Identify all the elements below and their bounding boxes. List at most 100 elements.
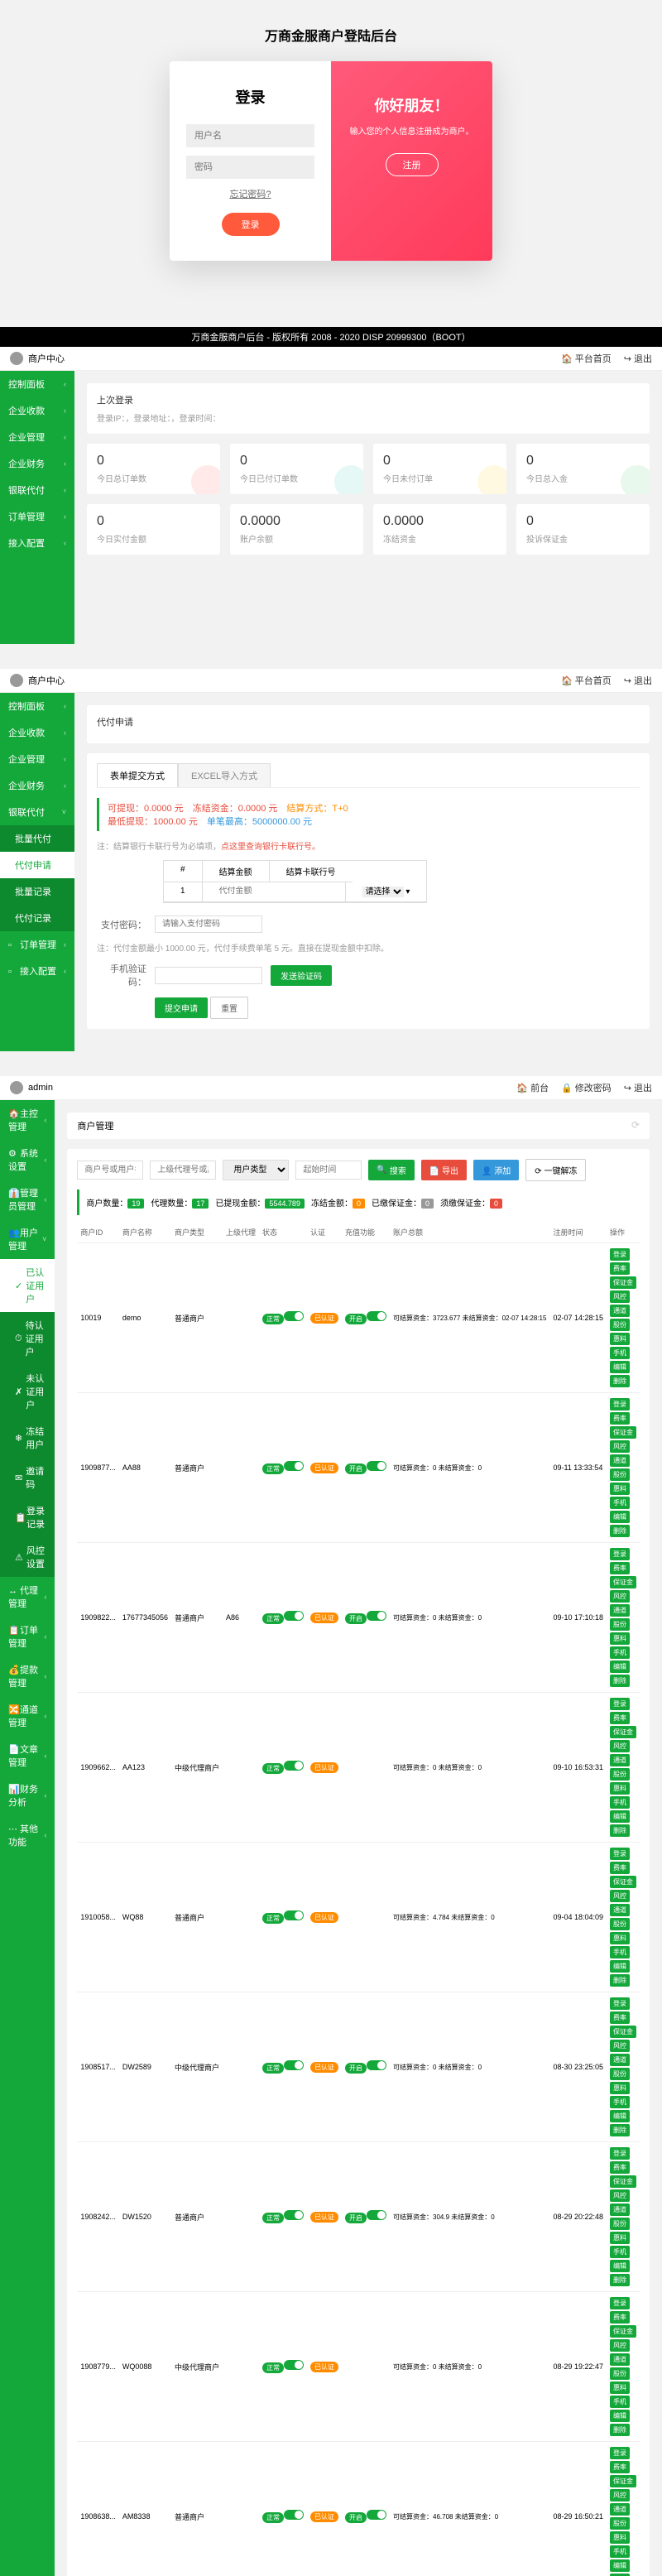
filter-date[interactable] <box>295 1161 362 1180</box>
sidebar-sub-item[interactable]: ✓已认证用户 <box>0 1259 55 1312</box>
action-button[interactable]: 编辑 <box>610 1660 630 1673</box>
action-button[interactable]: 风控 <box>610 2189 630 2202</box>
sidebar-item[interactable]: 📄文章管理‹ <box>0 1736 55 1776</box>
action-button[interactable]: 股份 <box>610 1468 630 1481</box>
action-button[interactable]: 风控 <box>610 2489 630 2502</box>
action-button[interactable]: 股份 <box>610 1918 630 1930</box>
sidebar-sub-item[interactable]: ⏱待认证用户 <box>0 1312 55 1365</box>
sidebar-item[interactable]: 订单管理‹ <box>0 503 74 530</box>
nav-logout[interactable]: ↪ 退出 <box>624 674 652 687</box>
action-button[interactable]: 登录 <box>610 1248 630 1261</box>
action-button[interactable]: 通道 <box>610 1454 630 1467</box>
toggle[interactable] <box>367 2210 386 2220</box>
toggle[interactable] <box>284 2210 304 2220</box>
toggle[interactable] <box>284 1910 304 1920</box>
action-button[interactable]: 登录 <box>610 1698 630 1710</box>
sidebar-item[interactable]: 企业财务‹ <box>0 772 74 799</box>
nav-front[interactable]: 🏠 前台 <box>516 1081 549 1094</box>
action-button[interactable]: 股份 <box>610 2218 630 2230</box>
action-button[interactable]: 通道 <box>610 1305 630 1317</box>
toggle[interactable] <box>367 1461 386 1471</box>
action-button[interactable]: 风控 <box>610 2339 630 2352</box>
sidebar-item[interactable]: ▫接入配置‹ <box>0 958 74 984</box>
sidebar-sub-item[interactable]: ✉邀请码 <box>0 1458 55 1497</box>
reset-button[interactable]: 重置 <box>210 997 248 1019</box>
sidebar-sub-item[interactable]: 批量代付 <box>0 825 74 852</box>
action-button[interactable]: 股份 <box>610 2517 630 2530</box>
action-button[interactable]: 风控 <box>610 1890 630 1902</box>
filter-merchant[interactable] <box>77 1161 143 1180</box>
nav-password[interactable]: 🔒 修改密码 <box>561 1081 612 1094</box>
action-button[interactable]: 编辑 <box>610 1810 630 1823</box>
action-button[interactable]: 通道 <box>610 2353 630 2366</box>
action-button[interactable]: 惠料 <box>610 2381 630 2394</box>
action-button[interactable]: 保证金 <box>610 1876 636 1888</box>
action-button[interactable]: 通道 <box>610 2503 630 2516</box>
action-button[interactable]: 风控 <box>610 1740 630 1752</box>
filter-type[interactable]: 用户类型 <box>223 1160 289 1180</box>
bank-select[interactable]: 请选择 <box>362 887 404 897</box>
sidebar-item[interactable]: 🔀通道管理‹ <box>0 1696 55 1736</box>
tab-excel[interactable]: EXCEL导入方式 <box>178 763 271 787</box>
action-button[interactable]: 保证金 <box>610 2026 636 2038</box>
action-button[interactable]: 删除 <box>610 2274 630 2286</box>
action-button[interactable]: 删除 <box>610 2424 630 2436</box>
pay-password-input[interactable] <box>155 916 262 933</box>
toggle[interactable] <box>284 1611 304 1621</box>
action-button[interactable]: 惠料 <box>610 2531 630 2544</box>
action-button[interactable]: 通道 <box>610 2204 630 2216</box>
action-button[interactable]: 手机 <box>610 2246 630 2258</box>
action-button[interactable]: 费率 <box>610 1262 630 1275</box>
send-sms-button[interactable]: 发送验证码 <box>271 965 332 986</box>
action-button[interactable]: 编辑 <box>610 1361 630 1373</box>
sidebar-sub-item[interactable]: ⚠风控设置 <box>0 1537 55 1577</box>
action-button[interactable]: 费率 <box>610 1862 630 1874</box>
action-button[interactable]: 编辑 <box>610 1511 630 1523</box>
action-button[interactable]: 删除 <box>610 1525 630 1537</box>
sms-input[interactable] <box>155 967 262 984</box>
username-input[interactable] <box>186 124 314 147</box>
action-button[interactable]: 通道 <box>610 1754 630 1766</box>
sidebar-item[interactable]: 👥用户管理˅ <box>0 1219 55 1259</box>
action-button[interactable]: 保证金 <box>610 1726 636 1738</box>
action-button[interactable]: 费率 <box>610 2161 630 2174</box>
sidebar-item[interactable]: ⚙系统设置‹ <box>0 1140 55 1180</box>
register-button[interactable]: 注册 <box>386 153 439 176</box>
toggle[interactable] <box>367 2510 386 2520</box>
sidebar-sub-item[interactable]: 代付申请 <box>0 852 74 878</box>
action-button[interactable]: 登录 <box>610 2147 630 2160</box>
action-button[interactable]: 股份 <box>610 2068 630 2080</box>
submit-button[interactable]: 提交申请 <box>155 997 208 1018</box>
action-button[interactable]: 股份 <box>610 1319 630 1331</box>
action-button[interactable]: 删除 <box>610 1824 630 1837</box>
action-button[interactable]: 保证金 <box>610 1276 636 1289</box>
action-button[interactable]: 费率 <box>610 1412 630 1425</box>
sidebar-item[interactable]: 💰提款管理‹ <box>0 1656 55 1696</box>
export-button[interactable]: 📄 导出 <box>421 1160 467 1180</box>
sidebar-item[interactable]: 🏠主控管理‹ <box>0 1100 55 1140</box>
action-button[interactable]: 费率 <box>610 2311 630 2324</box>
toggle[interactable] <box>284 1761 304 1771</box>
sidebar-item[interactable]: 企业收款‹ <box>0 397 74 424</box>
action-button[interactable]: 手机 <box>610 1646 630 1659</box>
forgot-link[interactable]: 忘记密码? <box>186 187 314 200</box>
sidebar-item[interactable]: 企业管理‹ <box>0 746 74 772</box>
action-button[interactable]: 股份 <box>610 1618 630 1631</box>
refresh-icon[interactable]: ⟳ <box>631 1119 640 1131</box>
action-button[interactable]: 删除 <box>610 1974 630 1987</box>
action-button[interactable]: 手机 <box>610 1497 630 1509</box>
amount-input[interactable] <box>219 887 329 896</box>
action-button[interactable]: 通道 <box>610 1604 630 1617</box>
search-button[interactable]: 🔍 搜索 <box>368 1160 414 1180</box>
action-button[interactable]: 费率 <box>610 2011 630 2024</box>
action-button[interactable]: 编辑 <box>610 2260 630 2272</box>
action-button[interactable]: 风控 <box>610 2040 630 2052</box>
nav-logout[interactable]: ↪ 退出 <box>624 352 652 365</box>
action-button[interactable]: 惠料 <box>610 2232 630 2244</box>
toggle[interactable] <box>284 2360 304 2370</box>
action-button[interactable]: 手机 <box>610 1796 630 1809</box>
toggle[interactable] <box>367 1611 386 1621</box>
action-button[interactable]: 惠料 <box>610 1483 630 1495</box>
unfreeze-button[interactable]: ⟳ 一键解冻 <box>525 1159 586 1181</box>
action-button[interactable]: 惠料 <box>610 1782 630 1795</box>
